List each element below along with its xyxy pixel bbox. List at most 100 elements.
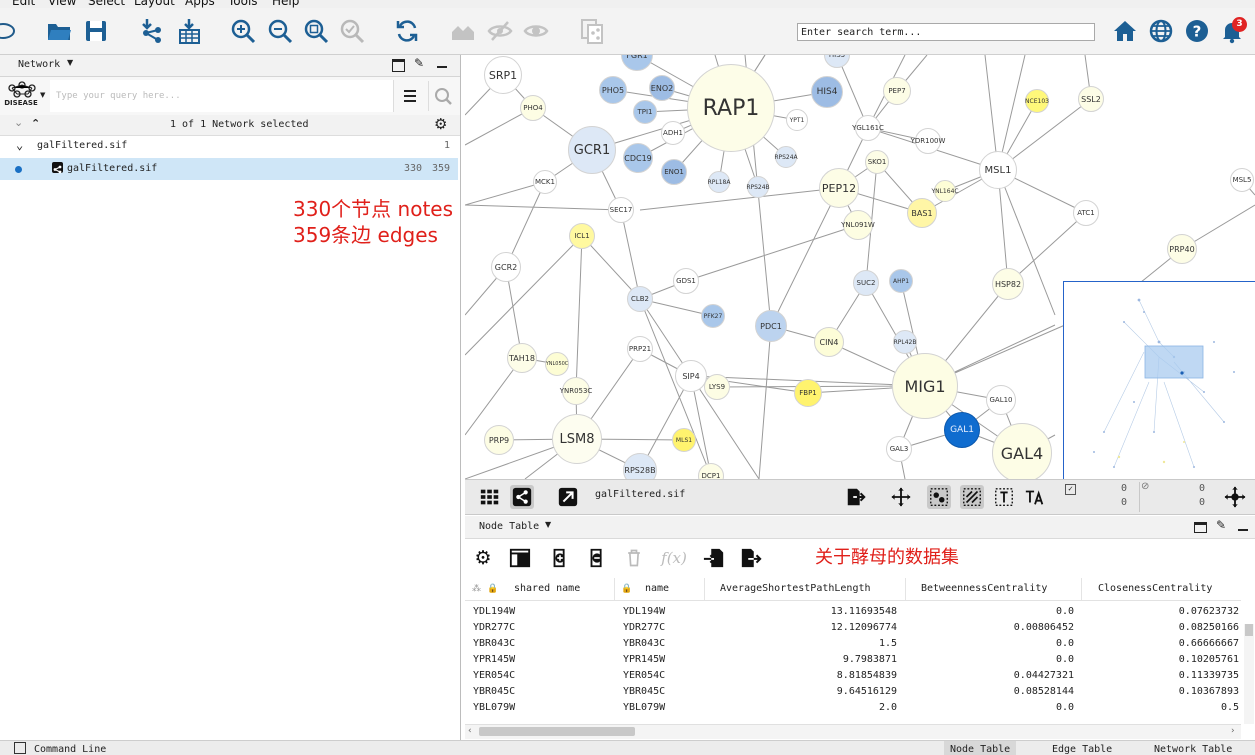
table-cell[interactable]: YDL194W [623, 604, 703, 620]
table-cell[interactable]: 0.0 [906, 700, 1074, 716]
network-node[interactable]: RPS24A [774, 146, 798, 168]
table-cell[interactable]: YPR145W [473, 652, 613, 668]
network-node[interactable]: CLB2 [627, 286, 653, 312]
table-cell[interactable]: 9.7983871 [705, 652, 897, 668]
network-node[interactable]: BAS1 [907, 198, 937, 228]
network-node[interactable]: ENO1 [661, 159, 687, 185]
network-node[interactable]: MCK1 [533, 170, 557, 194]
show-all-icon[interactable] [448, 16, 478, 46]
network-node[interactable]: CDC19 [623, 143, 653, 173]
pin-panel-icon[interactable]: ✎ [414, 56, 424, 70]
network-node[interactable]: RPS28B [623, 453, 657, 479]
table-cell[interactable]: 0.10205761 [1082, 652, 1239, 668]
table-cell[interactable]: 0.04427321 [906, 668, 1074, 684]
remove-column-icon[interactable] [584, 545, 610, 571]
network-node[interactable]: PRP21 [627, 336, 653, 362]
pin-table-icon[interactable]: ✎ [1216, 518, 1226, 532]
network-node[interactable]: YNL164C [931, 180, 959, 202]
network-node[interactable]: YNR053C [560, 377, 592, 405]
table-cell[interactable]: 13.11693548 [705, 604, 897, 620]
network-node[interactable]: RPS24B [746, 176, 770, 198]
menu-help[interactable]: Help [272, 0, 299, 8]
network-node[interactable]: YGL161C [852, 115, 884, 141]
network-node[interactable]: TAH18 [507, 343, 537, 373]
network-node[interactable]: CIN4 [814, 327, 844, 357]
menu-edit[interactable]: Edit [12, 0, 35, 8]
table-cell[interactable]: 9.64516129 [705, 684, 897, 700]
collection-row[interactable]: ⌄ galFiltered.sif 1 [0, 135, 458, 157]
network-node[interactable]: GDS1 [673, 268, 699, 294]
table-cell[interactable]: YER054C [473, 668, 613, 684]
network-view-icon[interactable] [510, 485, 534, 509]
network-node[interactable]: YNL091W [841, 210, 875, 240]
table-cell[interactable]: 0.0 [906, 636, 1074, 652]
command-line-tab[interactable]: Command Line [34, 741, 106, 755]
minimize-panel-icon[interactable] [437, 66, 447, 68]
export-image-icon[interactable] [844, 485, 868, 509]
table-settings-gear-icon[interactable]: ⚙ [470, 545, 496, 571]
function-builder-icon[interactable]: f(x) [657, 545, 691, 571]
help-icon[interactable]: ? [1182, 16, 1212, 46]
float-panel-icon[interactable] [392, 59, 405, 72]
table-cell[interactable]: 12.12096774 [705, 620, 897, 636]
menu-layout[interactable]: Layout [134, 0, 175, 8]
network-node[interactable]: PDC1 [755, 310, 787, 342]
select-nodes-icon[interactable] [927, 485, 951, 509]
query-options-icon[interactable] [400, 87, 420, 105]
export-arrow-icon[interactable] [556, 485, 580, 509]
network-node[interactable]: ENO2 [649, 75, 675, 101]
scroll-left-icon[interactable]: ‹ [468, 726, 472, 736]
network-node[interactable]: MLS1 [672, 428, 696, 452]
network-row[interactable]: galFiltered.sif 330 359 [0, 158, 458, 180]
network-node[interactable]: PFK27 [701, 304, 725, 328]
table-row[interactable]: YDL194W YDL194W 13.11693548 0.0 0.07623732 [465, 604, 1241, 620]
network-node[interactable]: FBP1 [794, 379, 822, 407]
table-cell[interactable]: 8.81854839 [705, 668, 897, 684]
scrollbar-thumb[interactable] [1245, 624, 1253, 636]
scrollbar-thumb[interactable] [479, 727, 635, 736]
network-node[interactable]: GAL4 [992, 423, 1052, 479]
import-table-icon[interactable] [174, 16, 204, 46]
table-horizontal-scrollbar[interactable]: ‹ › [465, 724, 1241, 739]
table-cell[interactable]: 1.5 [705, 636, 897, 652]
home-icon[interactable] [1110, 16, 1140, 46]
menu-view[interactable]: View [48, 0, 76, 8]
network-node[interactable]: PRP40 [1167, 234, 1197, 264]
network-node[interactable]: SEC17 [608, 197, 634, 223]
network-node[interactable]: RPL42B [893, 330, 917, 354]
table-cell[interactable]: YDR277C [473, 620, 613, 636]
table-cell[interactable]: YBL079W [473, 700, 613, 716]
network-node[interactable]: AHP1 [889, 269, 913, 293]
table-vertical-scrollbar[interactable] [1244, 624, 1254, 724]
network-table-tab[interactable]: Network Table [1148, 741, 1238, 755]
network-node[interactable]: PRP9 [484, 425, 514, 455]
menu-apps[interactable]: Apps [185, 0, 215, 8]
network-canvas[interactable]: FGR1 SRP1 PHO5 ENO2 RAP1 HIS3 HIS4 PEP7 NCE103 SS… [465, 55, 1255, 479]
network-node[interactable]: SSL2 [1078, 86, 1104, 112]
network-node[interactable]: PEP12 [819, 168, 859, 208]
import-table-data-icon[interactable] [701, 545, 727, 571]
network-node[interactable]: PHO4 [520, 95, 546, 121]
network-node[interactable]: TPI1 [633, 100, 657, 124]
table-cell[interactable]: YDL194W [473, 604, 613, 620]
scroll-right-icon[interactable]: › [1231, 726, 1235, 736]
network-node[interactable]: YDR100W [911, 128, 945, 154]
new-network-from-selection-icon[interactable] [577, 16, 607, 46]
network-overview-minimap[interactable] [1063, 281, 1255, 479]
network-settings-gear-icon[interactable]: ⚙ [434, 115, 447, 133]
table-cell[interactable]: YBR045C [473, 684, 613, 700]
expand-all-icon[interactable]: ⌄ [14, 116, 23, 129]
edge-table-tab[interactable]: Edge Table [1046, 741, 1118, 755]
network-node[interactable]: SKO1 [865, 150, 889, 174]
column-header-shared-name[interactable]: ⁂ 🔒 shared name [465, 578, 615, 600]
table-row[interactable]: YDR277C YDR277C 12.12096774 0.00806452 0.082… [465, 620, 1241, 636]
network-node[interactable]: YNL050C [545, 352, 569, 376]
table-cell[interactable]: YBR043C [473, 636, 613, 652]
table-row[interactable]: YBL079W YBL079W 2.0 0.0 0.5 [465, 700, 1241, 716]
table-dropdown-icon[interactable]: ▼ [545, 520, 551, 529]
column-header-closeness-centrality[interactable]: ClosenessCentrality [1082, 578, 1241, 600]
table-cell[interactable]: 0.08250166 [1082, 620, 1239, 636]
open-session-icon[interactable] [44, 16, 74, 46]
network-node[interactable]: NCE103 [1025, 89, 1049, 113]
table-cell[interactable]: YBR045C [623, 684, 703, 700]
